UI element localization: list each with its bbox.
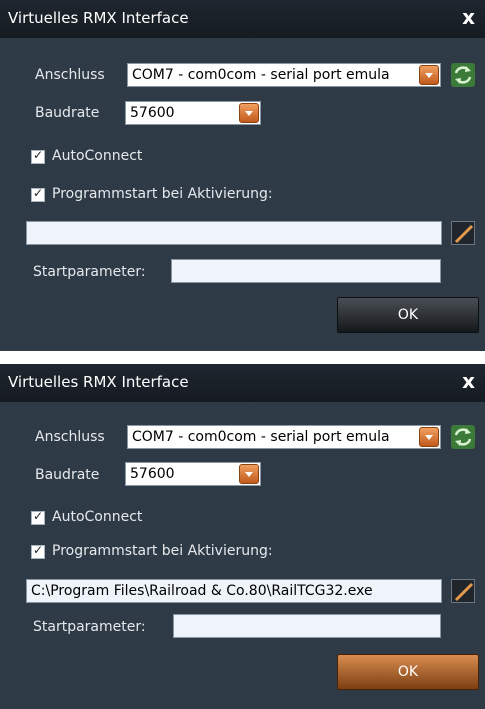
rmx-dialog-2: Virtuelles RMX Interface x Anschluss COM…	[0, 364, 485, 709]
refresh-ports-button[interactable]	[451, 63, 475, 87]
autoconnect-checkbox[interactable]	[31, 509, 45, 525]
baud-select[interactable]: 57600	[125, 101, 261, 125]
startparam-input[interactable]	[173, 614, 441, 638]
autoconnect-label: AutoConnect	[52, 509, 143, 525]
port-select[interactable]: COM7 - com0com - serial port emula	[127, 63, 441, 87]
window-title: Virtuelles RMX Interface	[8, 9, 189, 27]
startparam-label: Startparameter:	[33, 619, 146, 635]
baud-label: Baudrate	[35, 105, 100, 121]
program-path-value: C:\Program Files\Railroad & Co.80\RailTC…	[31, 583, 373, 599]
ok-button[interactable]: OK	[337, 297, 479, 333]
programstart-checkbox[interactable]	[31, 543, 45, 559]
title-bar[interactable]: Virtuelles RMX Interface x	[0, 364, 485, 402]
port-label: Anschluss	[35, 429, 105, 445]
program-path-input[interactable]: C:\Program Files\Railroad & Co.80\RailTC…	[26, 579, 442, 603]
window-title: Virtuelles RMX Interface	[8, 373, 189, 391]
port-select[interactable]: COM7 - com0com - serial port emula	[127, 425, 441, 449]
chevron-down-icon[interactable]	[239, 103, 259, 123]
edit-pencil-icon	[454, 224, 474, 244]
programstart-label: Programmstart bei Aktivierung:	[52, 186, 273, 202]
port-value: COM7 - com0com - serial port emula	[132, 429, 390, 445]
title-bar[interactable]: Virtuelles RMX Interface x	[0, 0, 485, 38]
close-icon[interactable]: x	[462, 5, 475, 29]
chevron-down-icon[interactable]	[239, 464, 259, 484]
programstart-label: Programmstart bei Aktivierung:	[52, 543, 273, 559]
ok-label: OK	[397, 307, 419, 323]
ok-label: OK	[397, 664, 419, 680]
rmx-dialog-1: Virtuelles RMX Interface x Anschluss COM…	[0, 0, 485, 351]
ok-button[interactable]: OK	[337, 654, 479, 690]
autoconnect-checkbox[interactable]	[31, 148, 45, 164]
edit-pencil-icon	[454, 582, 474, 602]
autoconnect-label: AutoConnect	[52, 148, 143, 164]
port-label: Anschluss	[35, 67, 105, 83]
refresh-icon	[454, 428, 472, 446]
baud-value: 57600	[130, 466, 175, 482]
port-value: COM7 - com0com - serial port emula	[132, 67, 390, 83]
baud-label: Baudrate	[35, 467, 100, 483]
browse-program-button[interactable]	[451, 221, 475, 245]
baud-value: 57600	[130, 105, 175, 121]
baud-select[interactable]: 57600	[125, 462, 261, 486]
startparam-input[interactable]	[171, 259, 441, 283]
refresh-ports-button[interactable]	[451, 425, 475, 449]
startparam-label: Startparameter:	[33, 264, 146, 280]
browse-program-button[interactable]	[451, 579, 475, 603]
chevron-down-icon[interactable]	[419, 65, 439, 85]
refresh-icon	[454, 66, 472, 84]
program-path-input[interactable]	[26, 221, 442, 245]
chevron-down-icon[interactable]	[419, 427, 439, 447]
programstart-checkbox[interactable]	[31, 186, 45, 202]
close-icon[interactable]: x	[462, 369, 475, 393]
